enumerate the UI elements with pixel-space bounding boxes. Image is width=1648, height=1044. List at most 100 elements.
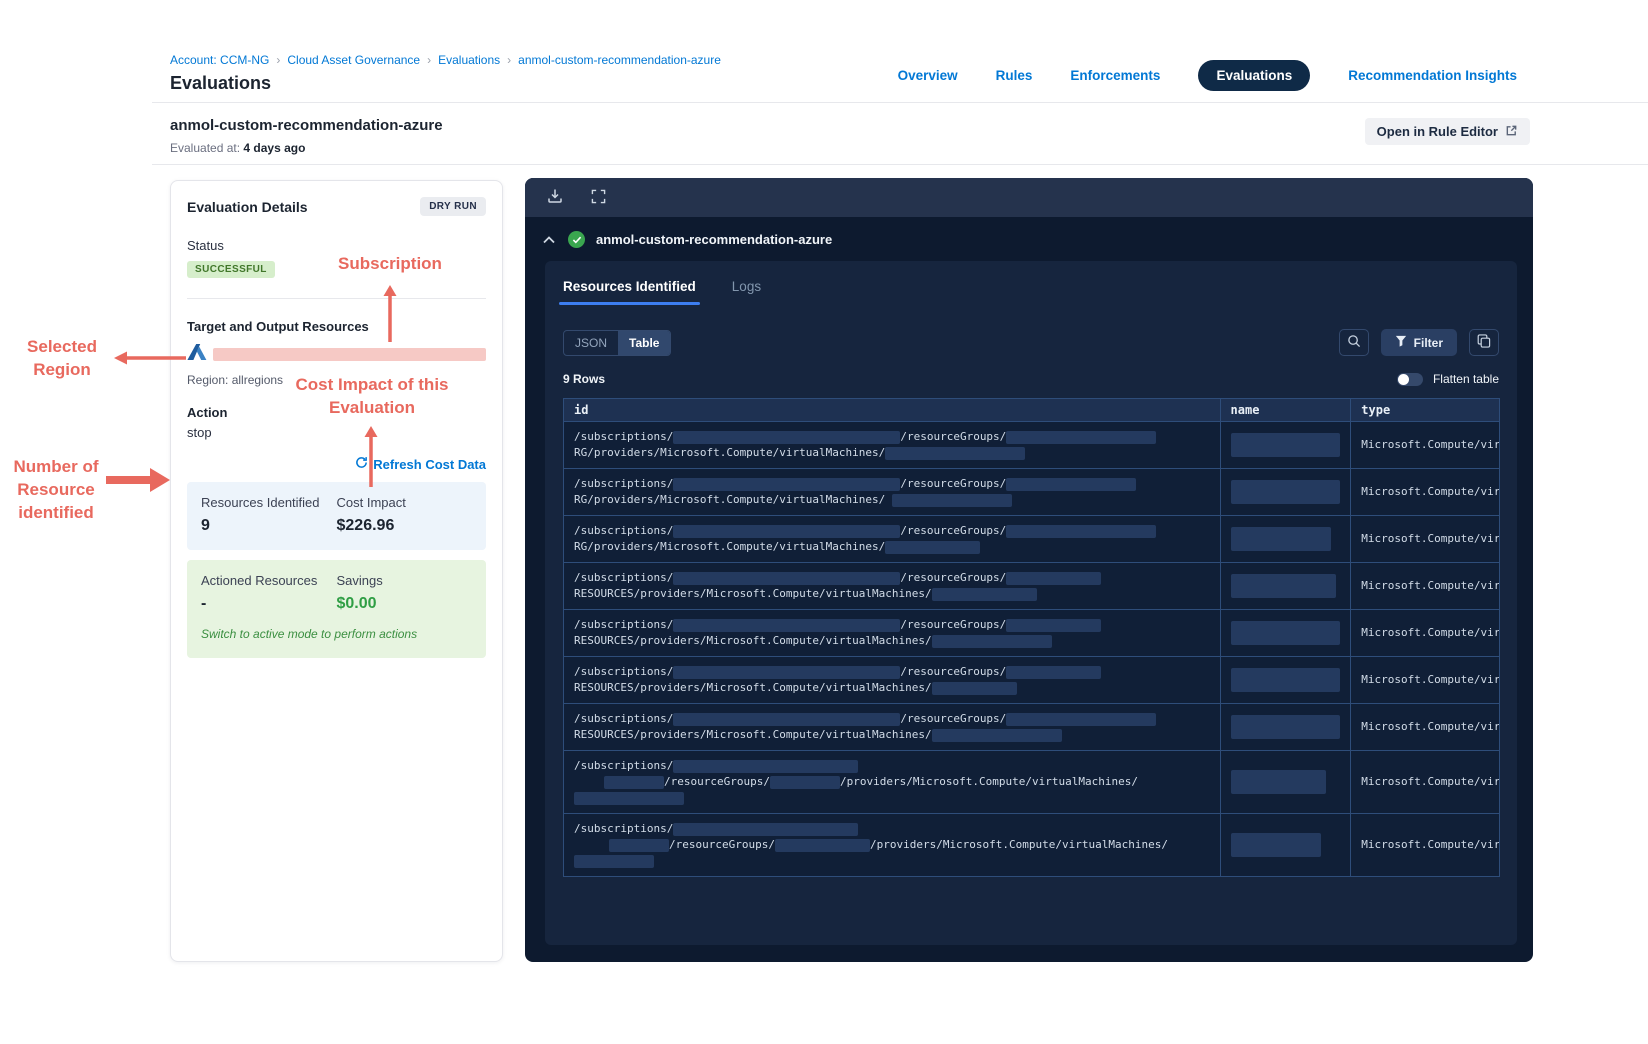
cell-name: [1221, 422, 1352, 468]
evaluated-at-label: Evaluated at:: [170, 141, 241, 155]
view-option-json[interactable]: JSON: [564, 331, 618, 355]
identified-stats-box: Resources Identified 9 Cost Impact $226.…: [187, 482, 486, 550]
column-header-name[interactable]: name: [1221, 399, 1352, 421]
cell-type: Microsoft.Compute/virtu: [1361, 532, 1499, 545]
filter-label: Filter: [1413, 335, 1443, 350]
cell-name: [1221, 814, 1352, 876]
redacted-value: [574, 791, 684, 805]
annotation-number-identified: Number of Resource identified: [13, 457, 99, 522]
tab-rules[interactable]: Rules: [996, 68, 1033, 83]
search-button[interactable]: [1338, 329, 1369, 356]
breadcrumb: Account: CCM-NG › Cloud Asset Governance › E…: [170, 53, 721, 67]
redacted-name: [1230, 480, 1341, 504]
cell-id: /subscriptions//resourceGroups/RG/provid…: [564, 516, 1221, 562]
tab-enforcements[interactable]: Enforcements: [1070, 68, 1160, 83]
annotation-number-identified-arrow: [106, 468, 170, 492]
copy-button[interactable]: [1469, 329, 1499, 356]
fullscreen-icon: [591, 189, 606, 207]
success-check-icon: [568, 231, 585, 248]
console-toolbar: [525, 178, 1533, 217]
table-row[interactable]: /subscriptions//resourceGroups/RG/provid…: [564, 422, 1499, 469]
cell-type: Microsoft.Compute/virtu: [1361, 626, 1499, 639]
cell-name: [1221, 469, 1352, 515]
cost-impact-value: $226.96: [336, 517, 395, 534]
cell-id: /subscriptions//resourceGroups/RESOURCES…: [564, 610, 1221, 656]
redacted-value: [769, 775, 840, 789]
dry-run-badge: DRY RUN: [420, 197, 486, 216]
annotation-cost-impact: Cost Impact of this Evaluation: [295, 375, 449, 417]
tab-evaluations[interactable]: Evaluations: [1198, 60, 1311, 91]
view-toggle: JSON Table: [563, 329, 672, 356]
breadcrumb-item[interactable]: anmol-custom-recommendation-azure: [518, 53, 721, 67]
redacted-value: [1006, 430, 1157, 444]
redacted-value: [1006, 571, 1102, 585]
redacted-name: [1230, 433, 1341, 457]
search-icon: [1347, 334, 1361, 351]
tab-overview[interactable]: Overview: [898, 68, 958, 83]
flatten-table-toggle[interactable]: [1396, 372, 1423, 386]
actioned-stats-box: Actioned Resources - Savings $0.00 Switc…: [187, 560, 486, 658]
redacted-value: [609, 838, 669, 852]
tab-recommendation-insights[interactable]: Recommendation Insights: [1348, 68, 1517, 83]
cell-name: [1221, 610, 1352, 656]
cell-type: Microsoft.Compute/virtu: [1361, 775, 1499, 788]
redacted-value: [1006, 618, 1102, 632]
table-row[interactable]: /subscriptions//resourceGroups/RESOURCES…: [564, 657, 1499, 704]
open-rule-editor-button[interactable]: Open in Rule Editor: [1364, 118, 1530, 145]
tab-resources-identified[interactable]: Resources Identified: [559, 279, 700, 305]
redacted-name: [1230, 833, 1321, 857]
table-row[interactable]: /subscriptions//resourceGroups/RG/provid…: [564, 516, 1499, 563]
cell-name: [1221, 516, 1352, 562]
resources-table: id name type /subscriptions//resourceGro…: [563, 398, 1500, 877]
download-button[interactable]: [545, 186, 565, 209]
target-resources-label: Target and Output Resources: [187, 319, 369, 334]
fullscreen-button[interactable]: [589, 187, 608, 209]
cell-id: /subscriptions//resourceGroups/RESOURCES…: [564, 704, 1221, 750]
table-row[interactable]: /subscriptions//resourceGroups//provider…: [564, 814, 1499, 876]
table-row[interactable]: /subscriptions//resourceGroups/RESOURCES…: [564, 704, 1499, 751]
redacted-value: [931, 634, 1052, 648]
redacted-name: [1230, 527, 1331, 551]
flatten-table-label: Flatten table: [1432, 372, 1499, 386]
console-tabs: Resources Identified Logs: [559, 279, 1499, 305]
rows-count: 9 Rows: [563, 372, 606, 386]
cell-name: [1221, 704, 1352, 750]
status-badge: SUCCESSFUL: [187, 261, 275, 278]
annotation-selected-region: Selected Region: [27, 337, 97, 379]
collapse-button[interactable]: [541, 230, 557, 249]
table-row[interactable]: /subscriptions//resourceGroups/RESOURCES…: [564, 610, 1499, 657]
breadcrumb-item[interactable]: Evaluations: [438, 53, 500, 67]
cell-type: Microsoft.Compute/virtu: [1361, 579, 1499, 592]
redacted-value: [774, 838, 870, 852]
cell-name: [1221, 751, 1352, 813]
evaluated-at-value: 4 days ago: [243, 141, 306, 155]
breadcrumb-item[interactable]: Account: CCM-NG: [170, 53, 269, 67]
open-rule-editor-label: Open in Rule Editor: [1376, 124, 1498, 139]
redacted-value: [1006, 665, 1102, 679]
top-nav: Overview Rules Enforcements Evaluations Reco…: [898, 60, 1517, 91]
azure-icon: [187, 344, 207, 365]
cell-type: Microsoft.Compute/virtu: [1361, 720, 1499, 733]
actioned-resources-value: -: [201, 595, 207, 612]
filter-button[interactable]: Filter: [1380, 329, 1457, 356]
tab-logs[interactable]: Logs: [732, 279, 761, 305]
evaluation-name: anmol-custom-recommendation-azure: [170, 117, 443, 134]
view-option-table[interactable]: Table: [618, 330, 671, 355]
table-row[interactable]: /subscriptions//resourceGroups/RG/provid…: [564, 469, 1499, 516]
table-row[interactable]: /subscriptions//resourceGroups//provider…: [564, 751, 1499, 814]
cell-id: /subscriptions//resourceGroups//provider…: [564, 814, 1221, 876]
column-header-type[interactable]: type: [1351, 399, 1499, 421]
toggle-knob: [1397, 373, 1409, 385]
redacted-value: [673, 712, 901, 726]
redacted-value: [1006, 524, 1157, 538]
breadcrumb-item[interactable]: Cloud Asset Governance: [287, 53, 420, 67]
evaluation-output-panel: anmol-custom-recommendation-azure Resour…: [525, 178, 1533, 962]
redacted-value: [885, 446, 1026, 460]
redacted-subscription-bar: [213, 348, 486, 361]
table-row[interactable]: /subscriptions//resourceGroups/RESOURCES…: [564, 563, 1499, 610]
column-header-id[interactable]: id: [564, 399, 1221, 421]
redacted-value: [673, 524, 901, 538]
status-label: Status: [187, 238, 224, 253]
console-rule-title: anmol-custom-recommendation-azure: [596, 232, 833, 247]
redacted-value: [931, 728, 1062, 742]
